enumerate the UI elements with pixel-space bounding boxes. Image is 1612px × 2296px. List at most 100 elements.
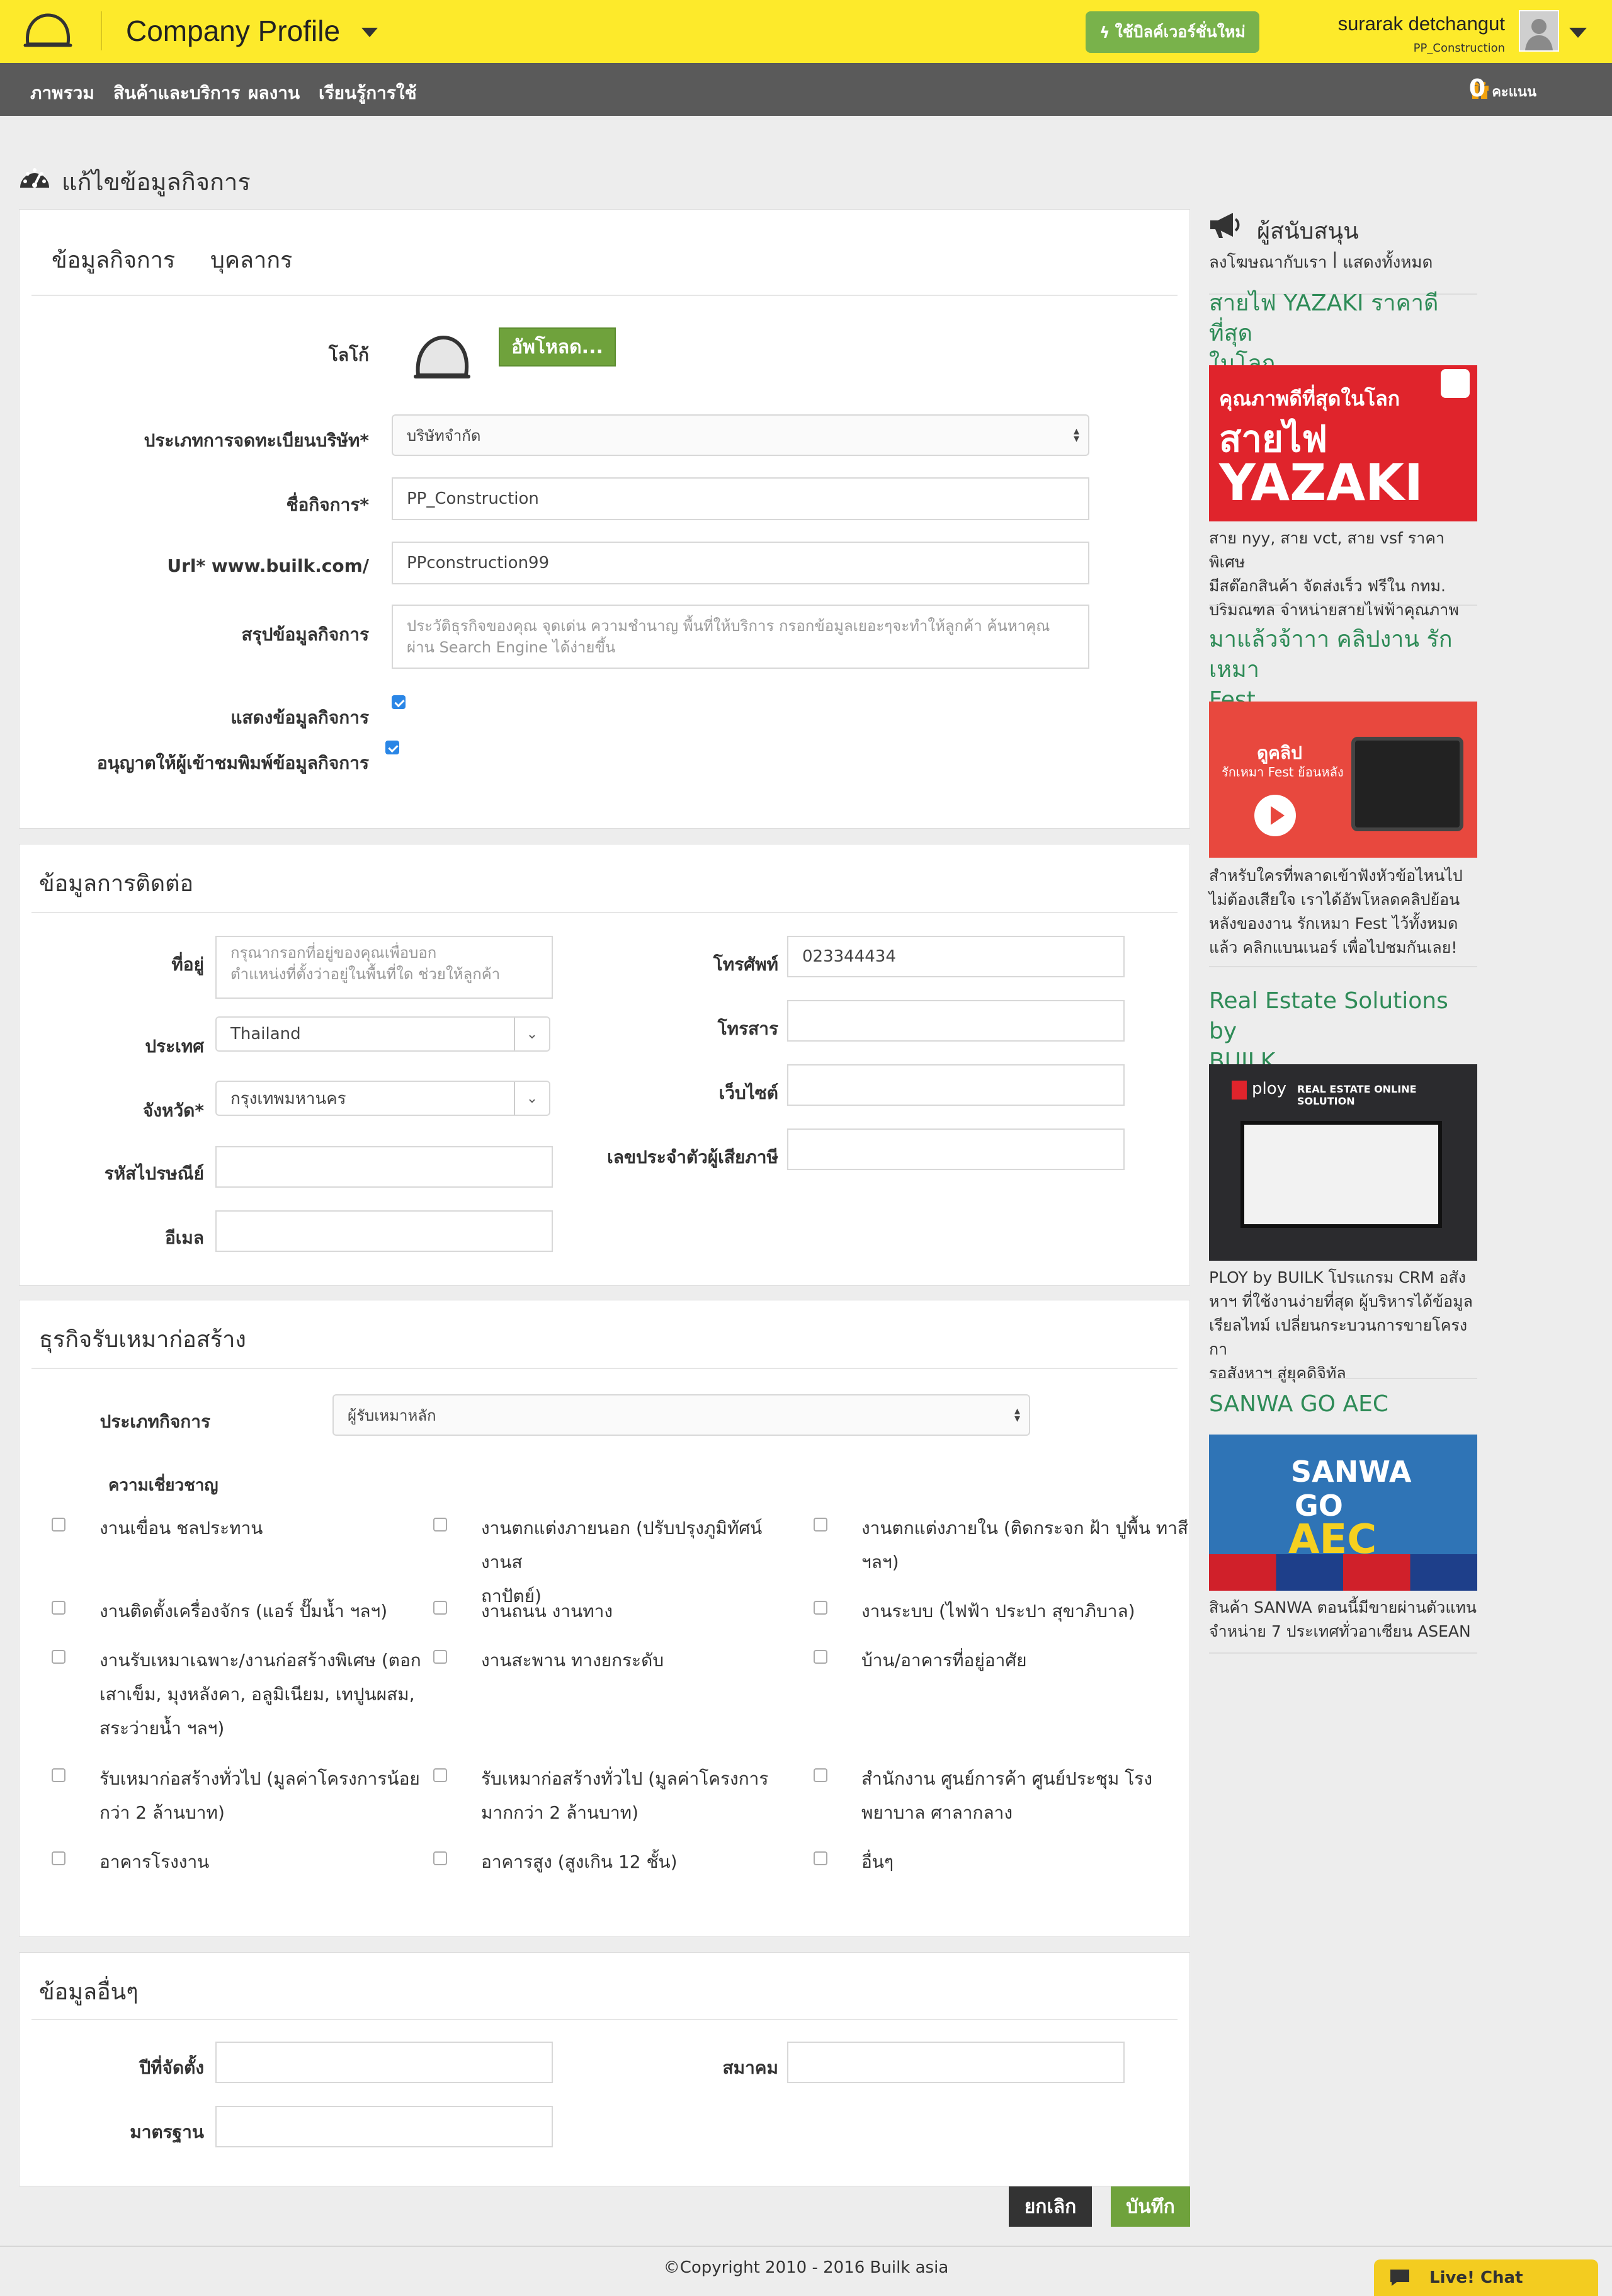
association-input[interactable] <box>787 2042 1125 2083</box>
url-input[interactable]: PPconstruction99 <box>392 542 1089 584</box>
address-textarea[interactable]: กรุณากรอกที่อยู่ของคุณเพื่อบอก ตำแหน่งที… <box>215 936 553 999</box>
show-all-link[interactable]: แสดงทั้งหมด <box>1342 249 1433 275</box>
points-counter[interactable]: 0 คะแนน <box>1469 74 1536 103</box>
province-label: จังหวัด* <box>142 1100 204 1121</box>
expertise-checkbox[interactable] <box>814 1768 827 1782</box>
expertise-checkbox[interactable] <box>433 1518 447 1532</box>
phone-label: โทรศัพท์ <box>713 954 778 975</box>
website-label: เว็บไซต์ <box>718 1083 778 1103</box>
header-divider <box>101 11 102 50</box>
province-value: กรุงเทพมหานคร <box>230 1089 346 1108</box>
user-silhouette-icon <box>1520 11 1558 50</box>
email-label: อีเมล <box>164 1227 204 1248</box>
summary-label: สรุปข้อมูลกิจการ <box>241 624 369 645</box>
expertise-checkbox[interactable] <box>814 1851 827 1865</box>
logo-label: โลโก้ <box>328 344 369 365</box>
expertise-label-item: อาคารโรงงาน <box>99 1851 210 1872</box>
expertise-checkbox[interactable] <box>52 1851 65 1865</box>
sponsor-badge-icon <box>1441 369 1470 398</box>
save-button[interactable]: บันทึก <box>1111 2186 1190 2227</box>
chevron-down-icon: ⌄ <box>514 1018 549 1050</box>
ad-divider <box>1209 1378 1477 1379</box>
taxid-label: เลขประจำตัวผู้เสียภาษี <box>607 1147 778 1168</box>
app-title[interactable]: Company Profile <box>126 14 340 48</box>
summary-textarea[interactable]: ประวัติธุรกิจของคุณ จุดเด่น ความชำนาญ พื… <box>392 605 1089 669</box>
address-label: ที่อยู่ <box>171 954 204 975</box>
expertise-checkbox[interactable] <box>433 1768 447 1782</box>
nav-overview[interactable]: ภาพรวม <box>30 79 94 107</box>
user-menu-chevron-down-icon[interactable] <box>1569 28 1587 38</box>
expertise-checkbox[interactable] <box>433 1851 447 1865</box>
tab-business-info[interactable]: ข้อมูลกิจการ <box>52 242 175 278</box>
lightning-icon: ϟ <box>1099 23 1110 42</box>
expertise-checkbox[interactable] <box>433 1601 447 1615</box>
laptop-screenshot-image <box>1240 1121 1442 1228</box>
ad-yazaki-banner[interactable]: คุณภาพดีที่สุดในโลก สายไฟ YAZAKI <box>1209 365 1477 521</box>
builk-logo-icon[interactable] <box>23 11 73 53</box>
nav-learn[interactable]: เรียนรู้การใช้ <box>319 79 417 107</box>
live-chat-button[interactable]: Live! Chat <box>1374 2259 1598 2296</box>
ad-ploy-banner-line2: REAL ESTATE ONLINE SOLUTION <box>1297 1083 1417 1107</box>
nav-products[interactable]: สินค้าและบริการ <box>113 79 240 107</box>
new-version-button[interactable]: ϟ ใช้บิลค์เวอร์ชั่นใหม่ <box>1086 11 1259 53</box>
expertise-label-item: บ้าน/อาคารที่อยู่อาศัย <box>861 1650 1027 1671</box>
expertise-checkbox[interactable] <box>814 1650 827 1664</box>
chat-bubble-icon <box>1390 2270 1409 2286</box>
avatar[interactable] <box>1519 10 1559 52</box>
fax-input[interactable] <box>787 1000 1125 1042</box>
association-label: สมาคม <box>722 2057 778 2078</box>
ad-ploy-text: PLOY by BUILK โปรแกรม CRM อสัง หาฯ ที่ใช้… <box>1209 1268 1473 1382</box>
expertise-label-item: งานเขื่อน ชลประทาน <box>99 1518 263 1538</box>
expertise-label-item: รับเหมาก่อสร้างทั่วไป (มูลค่าโครงการ มากก… <box>481 1768 769 1823</box>
founded-input[interactable] <box>215 2042 553 2083</box>
sub-links-separator: | <box>1332 249 1338 268</box>
phone-input[interactable]: 023344434 <box>787 936 1125 977</box>
ad-ploy-title[interactable]: Real Estate Solutions by BUILK <box>1209 986 1480 1077</box>
advertise-link[interactable]: ลงโฆษณากับเรา <box>1209 249 1327 275</box>
select-arrows-icon: ▴ ▾ <box>1073 424 1079 445</box>
expertise-checkbox[interactable] <box>52 1518 65 1532</box>
taxid-input[interactable] <box>787 1128 1125 1170</box>
business-name-label: ชื่อกิจการ* <box>286 494 369 515</box>
ad-divider <box>1209 605 1477 606</box>
app-menu-chevron-down-icon[interactable] <box>361 28 378 37</box>
ad-sanwa-banner[interactable]: SANWA GO AEC <box>1209 1435 1477 1591</box>
business-type-select[interactable]: ผู้รับเหมาหลัก ▴ ▾ <box>332 1394 1030 1436</box>
standard-input[interactable] <box>215 2106 553 2147</box>
province-select[interactable]: กรุงเทพมหานคร ⌄ <box>215 1081 550 1116</box>
allow-print-checkbox[interactable] <box>385 741 399 754</box>
tab-personnel[interactable]: บุคลากร <box>210 242 292 278</box>
expertise-checkbox[interactable] <box>52 1768 65 1782</box>
nav-portfolio[interactable]: ผลงาน <box>248 79 300 107</box>
tabs-divider <box>31 295 1178 296</box>
country-select[interactable]: Thailand ⌄ <box>215 1016 550 1052</box>
cancel-button[interactable]: ยกเลิก <box>1009 2186 1092 2227</box>
upload-logo-button[interactable]: อัพโหลด... <box>499 327 616 367</box>
expertise-checkbox[interactable] <box>52 1601 65 1615</box>
ad-sanwa-title[interactable]: SANWA GO AEC <box>1209 1389 1480 1419</box>
ad-fest-banner[interactable]: ดูคลิป รักเหมา Fest ย้อนหลัง <box>1209 702 1477 858</box>
flags-strip-image <box>1209 1554 1477 1591</box>
user-name[interactable]: surarak detchangut <box>1338 13 1505 35</box>
show-info-checkbox[interactable] <box>392 695 406 709</box>
live-chat-label: Live! Chat <box>1429 2268 1523 2287</box>
page-title: แก้ไขข้อมูลกิจการ <box>62 168 251 196</box>
expertise-checkbox[interactable] <box>52 1650 65 1664</box>
website-input[interactable] <box>787 1064 1125 1106</box>
country-value: Thailand <box>230 1025 301 1043</box>
expertise-label: ความเชี่ยวชาญ <box>108 1476 219 1495</box>
ad-ploy-banner[interactable]: ploy REAL ESTATE ONLINE SOLUTION <box>1209 1064 1477 1261</box>
expertise-checkbox[interactable] <box>814 1601 827 1615</box>
user-company: PP_Construction <box>1413 42 1505 55</box>
summary-placeholder-line2: ผ่าน Search Engine ได้ง่ายขึ้น <box>407 639 616 656</box>
expertise-checkbox[interactable] <box>433 1650 447 1664</box>
expertise-checkbox[interactable] <box>814 1518 827 1532</box>
business-name-input[interactable]: PP_Construction <box>392 477 1089 520</box>
email-input[interactable] <box>215 1210 553 1252</box>
fax-label: โทรสาร <box>717 1018 778 1039</box>
ad-fest-text: สำหรับใครที่พลาดเข้าฟังหัวข้อไหนไป ไม่ต้อ… <box>1209 867 1463 957</box>
postcode-input[interactable] <box>215 1146 553 1188</box>
founded-label: ปีที่จัดตั้ง <box>139 2057 204 2078</box>
business-type-value: ผู้รับเหมาหลัก <box>348 1406 436 1424</box>
registration-type-select[interactable]: บริษัทจำกัด ▴ ▾ <box>392 414 1089 456</box>
